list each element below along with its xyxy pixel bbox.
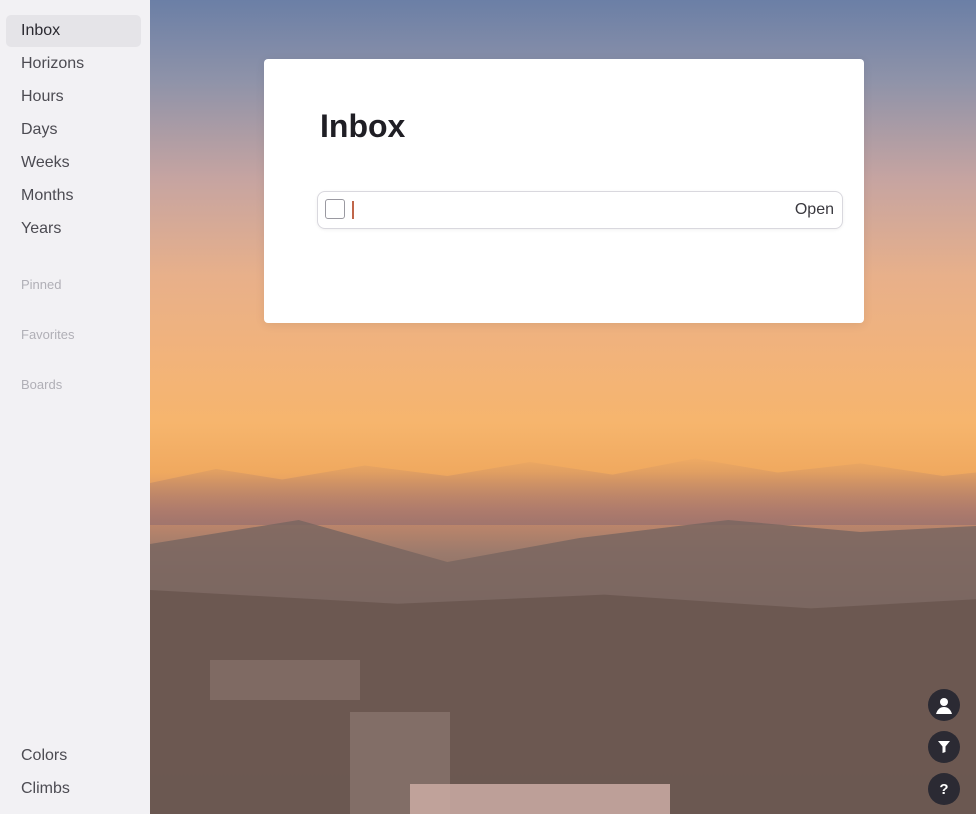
sidebar-item-months[interactable]: Months [6, 180, 141, 212]
filter-button[interactable] [928, 731, 960, 763]
sidebar-bottom: Colors Climbs [0, 740, 150, 806]
help-icon: ? [939, 780, 949, 798]
sidebar-item-hours[interactable]: Hours [6, 81, 141, 113]
section-pinned[interactable]: Pinned [0, 260, 150, 310]
building-decoration [210, 660, 360, 700]
section-favorites[interactable]: Favorites [0, 310, 150, 360]
sidebar-item-years[interactable]: Years [6, 213, 141, 245]
sidebar: Inbox Horizons Hours Days Weeks Months Y… [0, 0, 150, 814]
help-button[interactable]: ? [928, 773, 960, 805]
building-decoration [410, 784, 670, 814]
sidebar-nav: Inbox Horizons Hours Days Weeks Months Y… [0, 15, 150, 245]
new-task-row: Open [317, 191, 843, 229]
inbox-card: Inbox Open [264, 59, 864, 323]
clouds-decoration [150, 458, 976, 525]
sidebar-item-colors[interactable]: Colors [6, 740, 141, 772]
section-boards[interactable]: Boards [0, 360, 150, 410]
open-button[interactable]: Open [795, 201, 834, 219]
page-title: Inbox [320, 108, 406, 144]
sidebar-item-inbox[interactable]: Inbox [6, 15, 141, 47]
sidebar-item-weeks[interactable]: Weeks [6, 147, 141, 179]
sidebar-item-horizons[interactable]: Horizons [6, 48, 141, 80]
sidebar-item-climbs[interactable]: Climbs [6, 773, 141, 805]
city-decoration [150, 590, 976, 814]
new-task-input[interactable] [350, 196, 774, 224]
task-checkbox[interactable] [325, 199, 345, 219]
user-icon [936, 698, 952, 714]
filter-icon [938, 741, 950, 753]
sidebar-item-days[interactable]: Days [6, 114, 141, 146]
profile-button[interactable] [928, 689, 960, 721]
text-caret [352, 201, 354, 219]
